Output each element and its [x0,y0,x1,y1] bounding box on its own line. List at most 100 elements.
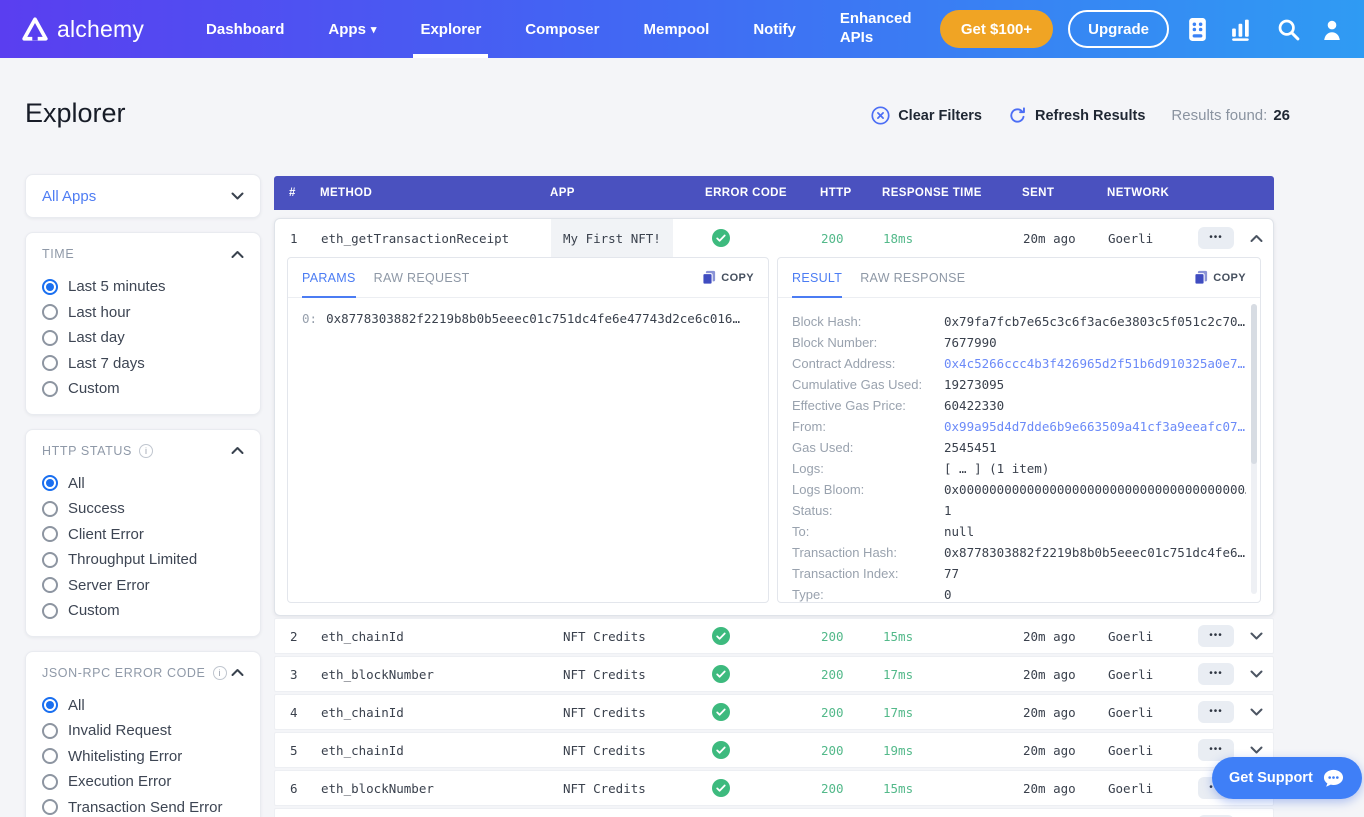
radio-option-transaction-send-error[interactable]: Transaction Send Error [42,795,244,817]
result-row: Logs:[ … ] (1 item) [792,458,1246,479]
error-code-cell [706,741,821,759]
nav-item-mempool[interactable]: Mempool [643,0,709,58]
row-actions: ••• [1198,227,1277,249]
alchemy-logo[interactable]: alchemy [22,16,144,43]
radio-label: Last day [68,329,125,346]
scrollbar[interactable] [1251,304,1257,594]
more-options-button[interactable]: ••• [1198,701,1234,723]
table-row[interactable]: 4eth_chainIdNFT Credits20017ms20m agoGoe… [274,694,1274,730]
billing-icon[interactable] [1184,17,1211,42]
radio-option-custom[interactable]: Custom [42,598,244,624]
success-check-icon [712,665,730,683]
radio-option-success[interactable]: Success [42,496,244,522]
http-status: 200 [821,781,883,796]
radio-option-server-error[interactable]: Server Error [42,573,244,599]
nav-item-notify[interactable]: Notify [753,0,796,58]
radio-unselected [42,552,58,568]
copy-label: COPY [721,272,754,284]
filter-panel-time: TIME Last 5 minutesLast hour Last day Last … [25,232,261,415]
copy-button[interactable]: COPY [1194,270,1246,285]
expand-row-button[interactable] [1250,632,1263,641]
network-cell: Goerli [1108,781,1198,796]
result-value[interactable]: 0x4c5266ccc4b3f426965d2f51b6d910325a0e7… [944,353,1245,374]
copy-icon [702,270,716,285]
result-value[interactable]: 0x99a95d4d7dde6b9e663509a41cf3a9eeafc07… [944,416,1245,437]
radio-unselected [42,381,58,397]
account-icon[interactable] [1318,18,1346,41]
copy-button[interactable]: COPY [702,270,754,285]
table-row[interactable]: ••• [274,808,1274,817]
scrollbar-thumb[interactable] [1251,304,1257,464]
more-options-button[interactable]: ••• [1198,227,1234,249]
charts-icon[interactable] [1226,18,1259,41]
radio-option-last-hour[interactable]: Last hour [42,300,244,326]
apps-dropdown[interactable]: All Apps [25,174,261,218]
error-code-cell [706,229,821,247]
table-row[interactable]: 5eth_chainIdNFT Credits20019ms20m agoGoe… [274,732,1274,768]
row-index: 3 [275,667,321,682]
expand-row-button[interactable] [1250,670,1263,679]
get-credit-button[interactable]: Get $100+ [940,10,1053,48]
table-row[interactable]: 6eth_blockNumberNFT Credits20015ms20m ag… [274,770,1274,806]
radio-unselected [42,603,58,619]
radio-option-all[interactable]: All [42,693,244,719]
get-support-button[interactable]: Get Support [1212,757,1362,799]
tab-raw-response[interactable]: RAW RESPONSE [860,258,965,297]
radio-unselected [42,723,58,739]
result-key: Gas Used: [792,437,944,458]
nav-item-apps[interactable]: Apps▾ [328,0,376,58]
expand-row-button[interactable] [1250,746,1263,755]
more-options-button[interactable]: ••• [1198,663,1234,685]
filter-header-json-rpc-error-code[interactable]: JSON-RPC ERROR CODEi [42,666,244,680]
result-key: Effective Gas Price: [792,395,944,416]
radio-option-invalid-request[interactable]: Invalid Request [42,718,244,744]
more-options-button[interactable]: ••• [1198,625,1234,647]
collapse-row-button[interactable] [1250,234,1263,243]
tab-result[interactable]: RESULT [792,258,842,297]
result-row: Status:1 [792,500,1246,521]
nav-item-composer[interactable]: Composer [525,0,599,58]
tab-params[interactable]: PARAMS [302,258,356,297]
filter-header-time[interactable]: TIME [42,247,244,261]
app-cell: NFT Credits [551,619,706,653]
radio-option-throughput-limited[interactable]: Throughput Limited [42,547,244,573]
radio-option-client-error[interactable]: Client Error [42,522,244,548]
filters-sidebar: All Apps TIME Last 5 minutesLast hour Last… [25,174,261,817]
radio-option-whitelisting-error[interactable]: Whitelisting Error [42,744,244,770]
network-cell: Goerli [1108,743,1198,758]
table-row[interactable]: 1eth_getTransactionReceiptMy First NFT!2… [275,219,1273,257]
response-time: 19ms [883,743,1023,758]
radio-option-custom[interactable]: Custom [42,376,244,402]
clear-filters-button[interactable]: Clear Filters [871,106,982,125]
table-row[interactable]: 3eth_blockNumberNFT Credits20017ms20m ag… [274,656,1274,692]
table-header: #METHODAPPERROR CODEHTTPRESPONSE TIMESEN… [274,176,1274,210]
refresh-results-button[interactable]: Refresh Results [1008,106,1145,125]
result-key: Block Number: [792,332,944,353]
expand-row-button[interactable] [1250,708,1263,717]
result-value: 77 [944,563,959,584]
result-key: Transaction Hash: [792,542,944,563]
tab-raw-request[interactable]: RAW REQUEST [374,258,470,297]
table-row[interactable]: 2eth_chainIdNFT Credits20015ms20m agoGoe… [274,618,1274,654]
radio-option-last-day[interactable]: Last day [42,325,244,351]
collapse-toggle[interactable] [231,250,244,259]
upgrade-button[interactable]: Upgrade [1068,10,1169,48]
collapse-toggle[interactable] [231,446,244,455]
filter-header-http-status[interactable]: HTTP STATUSi [42,444,244,458]
search-icon[interactable] [1274,18,1303,41]
nav-item-dashboard[interactable]: Dashboard [206,0,284,58]
chevron-up-icon [231,668,244,677]
nav-item-explorer[interactable]: Explorer [420,0,481,58]
collapse-toggle[interactable] [231,668,244,677]
app-name: NFT Credits [551,619,658,653]
result-key: Logs: [792,458,944,479]
radio-option-last-7-days[interactable]: Last 7 days [42,351,244,377]
row-index: 4 [275,705,321,720]
radio-option-all[interactable]: All [42,471,244,497]
radio-option-execution-error[interactable]: Execution Error [42,769,244,795]
result-key: Cumulative Gas Used: [792,374,944,395]
radio-unselected [42,330,58,346]
result-row: Effective Gas Price:60422330 [792,395,1246,416]
radio-option-last-5-minutes[interactable]: Last 5 minutes [42,274,244,300]
nav-item-enhanced-apis[interactable]: Enhanced APIs [840,0,926,58]
